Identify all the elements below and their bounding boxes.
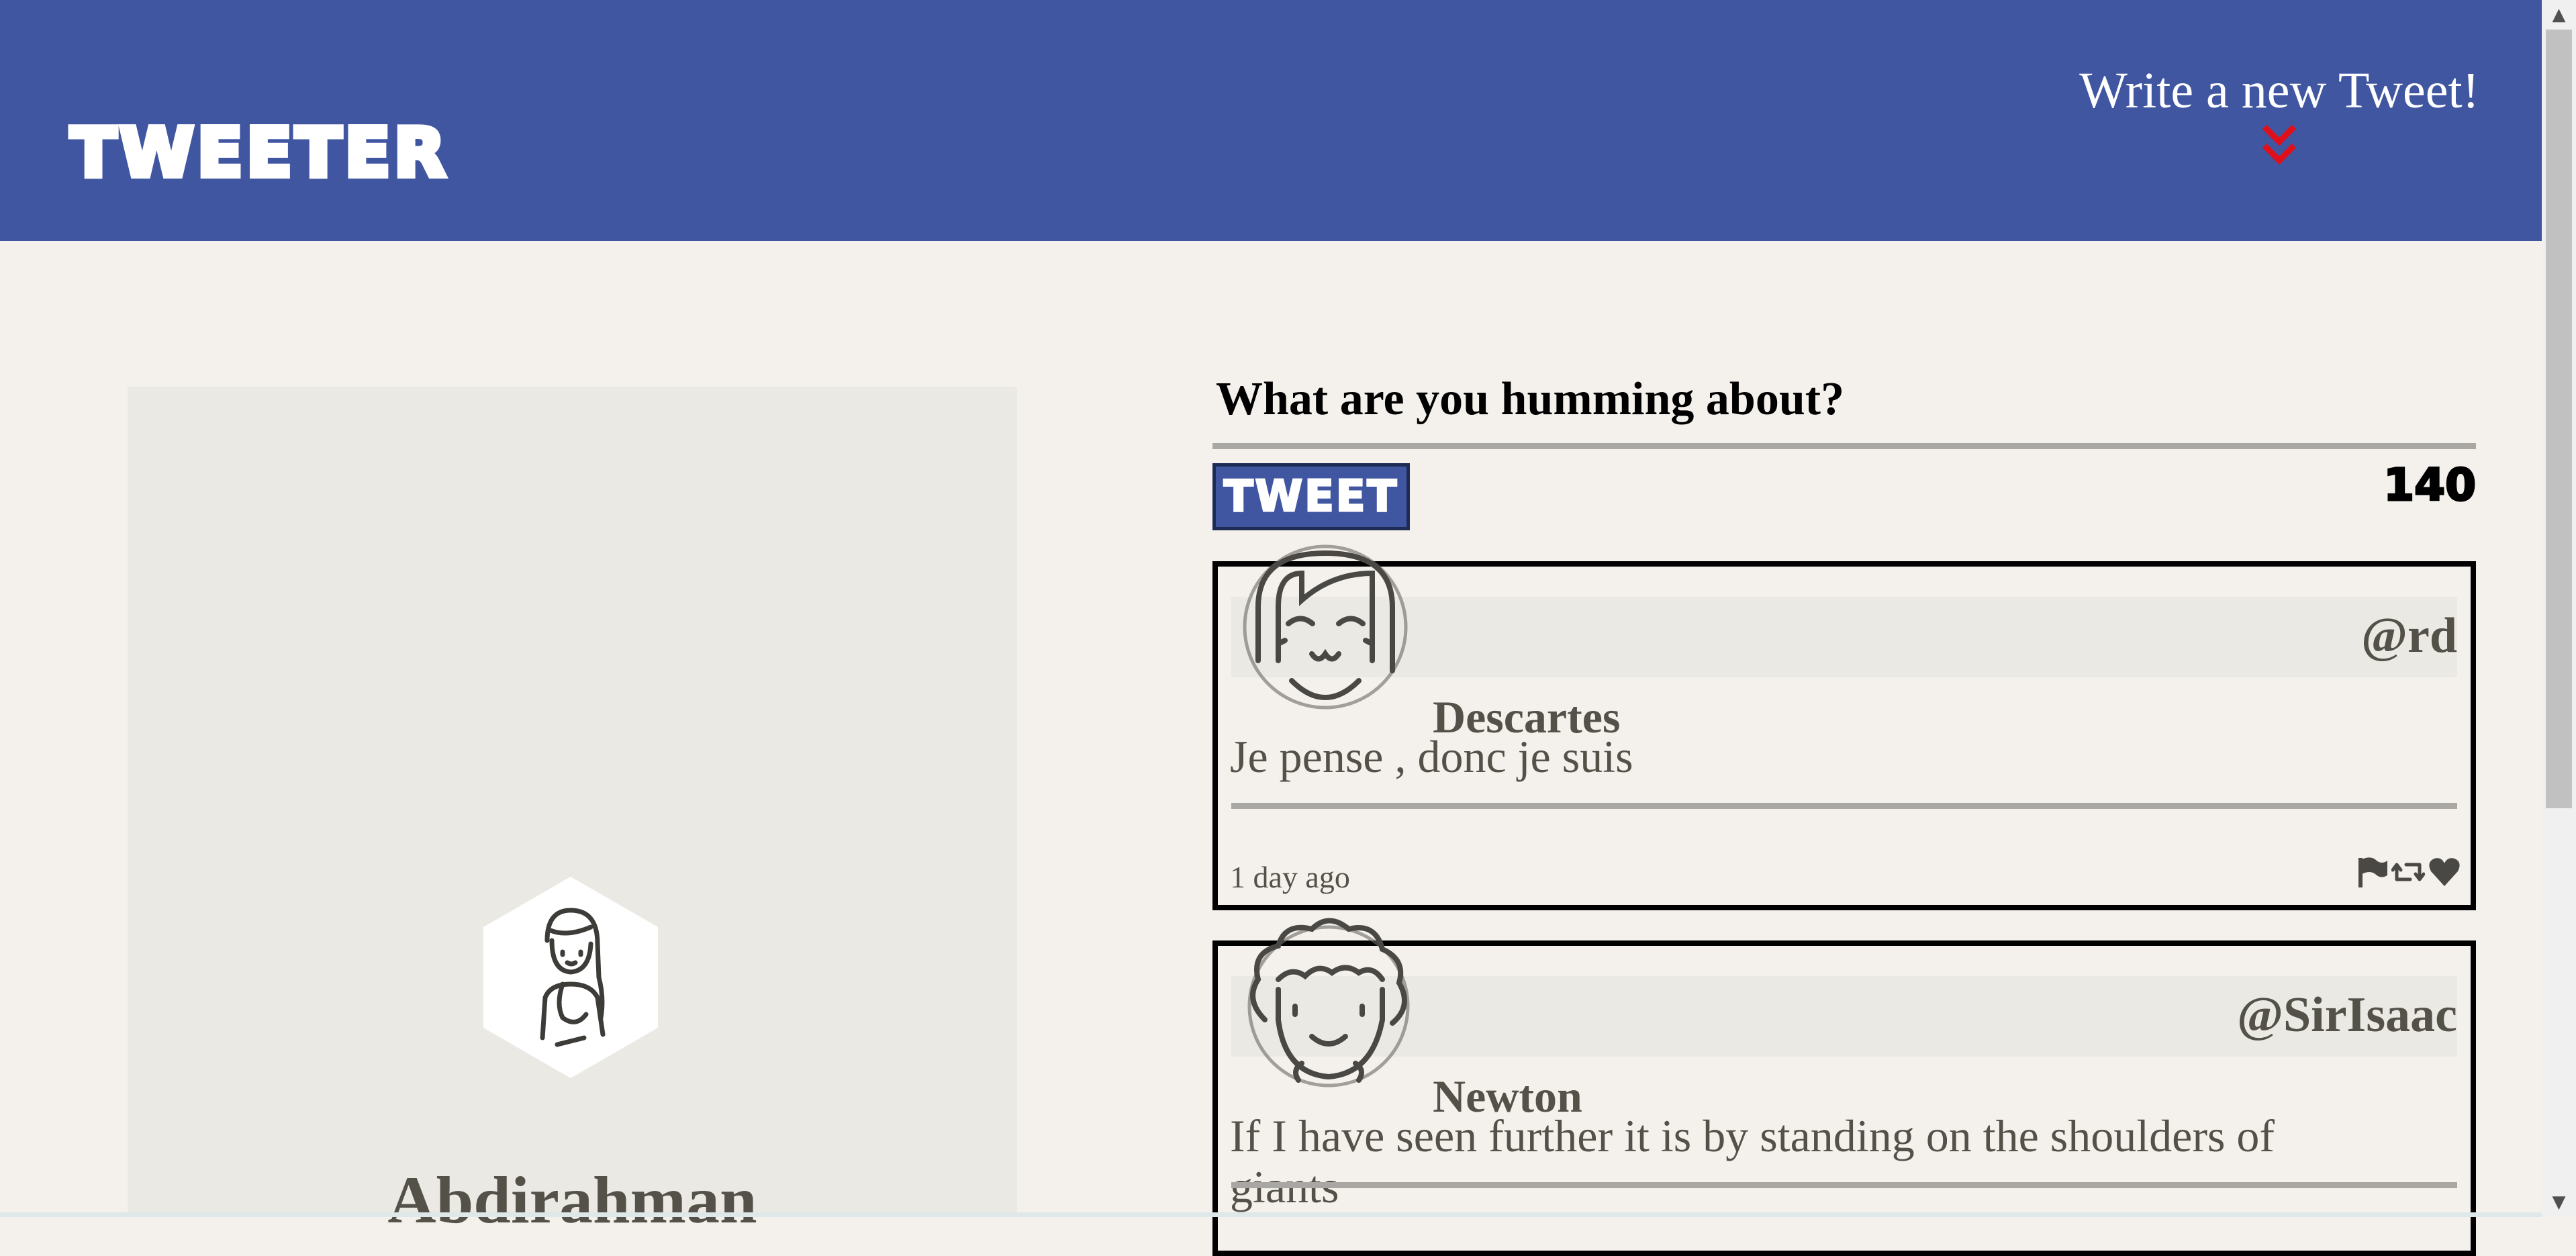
tweet-divider [1231, 803, 2457, 809]
user-avatar-icon [483, 877, 658, 1078]
vertical-scrollbar[interactable]: ▲ ▼ [2542, 0, 2576, 1217]
smiling-girl-avatar-icon [1243, 544, 1408, 710]
tweet-card: @SirIsaac Newton If I have seen further … [1212, 918, 2476, 1256]
tweet-handle: @rd [2361, 608, 2457, 663]
tweet-actions [2355, 855, 2461, 889]
horizontal-scrollbar[interactable] [0, 1212, 2542, 1217]
flag-icon[interactable] [2355, 855, 2389, 889]
tweet-text: Je pense , donc je suis [1230, 731, 1633, 782]
app-logo[interactable]: TWEETER [68, 117, 449, 189]
scroll-down-arrow-icon[interactable]: ▼ [2542, 1188, 2576, 1217]
chevron-double-down-icon[interactable] [2259, 123, 2299, 166]
curly-hair-avatar-icon [1247, 918, 1410, 1088]
tweet-divider [1231, 1182, 2457, 1188]
scroll-thumb[interactable] [2546, 30, 2572, 808]
tweet-card: @rd Descartes Je pense , donc je suis 1 … [1212, 544, 2476, 910]
top-nav: TWEETER Write a new Tweet! [0, 0, 2542, 241]
tweet-submit-button[interactable]: TWEET [1212, 463, 1410, 530]
compose-prompt: What are you humming about? [1216, 373, 1845, 425]
tweet-handle: @SirIsaac [2237, 987, 2457, 1043]
profile-panel [128, 387, 1017, 1217]
tweet-text: If I have seen further it is by standing… [1230, 1110, 2275, 1213]
compose-textarea-underline[interactable] [1212, 443, 2476, 449]
tweet-timestamp: 1 day ago [1230, 860, 1350, 894]
profile-name: Abdirahman [387, 1163, 757, 1237]
retweet-icon[interactable] [2391, 855, 2425, 889]
write-new-tweet-label[interactable]: Write a new Tweet! [2079, 65, 2479, 116]
write-new-tweet-button[interactable]: Write a new Tweet! [2079, 65, 2479, 166]
scroll-up-arrow-icon[interactable]: ▲ [2542, 0, 2576, 30]
heart-icon[interactable] [2428, 855, 2461, 889]
char-counter: 140 [2383, 459, 2477, 511]
